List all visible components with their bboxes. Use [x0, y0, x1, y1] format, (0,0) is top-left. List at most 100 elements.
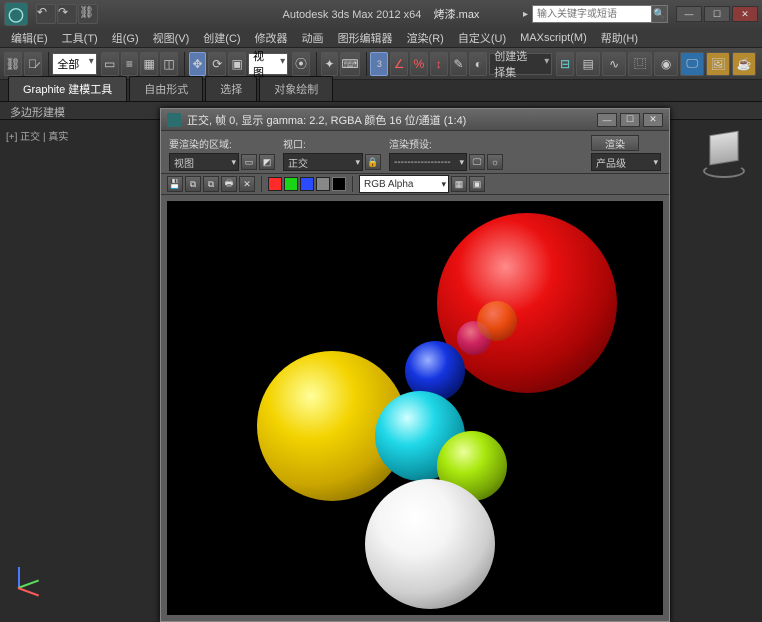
select-by-name-icon[interactable]: ≡ — [121, 52, 139, 76]
snap-percent-icon[interactable]: % — [410, 52, 428, 76]
menu-animation[interactable]: 动画 — [295, 28, 331, 48]
select-object-icon[interactable]: ▭ — [101, 52, 119, 76]
toggle-ui-icon[interactable]: ▣ — [469, 176, 485, 192]
area-to-render-combo[interactable]: 视图 — [169, 153, 239, 171]
help-search-input[interactable] — [532, 5, 652, 23]
area-to-render-label: 要渲染的区域: — [169, 136, 275, 151]
edit-region-icon[interactable]: ▭ — [241, 154, 257, 170]
render-output-canvas[interactable] — [167, 201, 663, 615]
qat-undo-icon[interactable]: ↶ — [36, 4, 56, 24]
window-crossing-icon[interactable]: ◫ — [160, 52, 178, 76]
viewport-label[interactable]: [+] 正交 | 真实 — [6, 128, 68, 143]
manipulate-icon[interactable]: ✦ — [321, 52, 339, 76]
align-icon[interactable]: ⊟ — [556, 52, 574, 76]
search-icon[interactable]: 🔍 — [652, 5, 668, 23]
viewport-select-label: 视口: — [283, 136, 381, 151]
channel-mono-swatch[interactable] — [332, 177, 346, 191]
ribbon-tab-graphite[interactable]: Graphite 建模工具 — [8, 76, 127, 101]
sphere-white — [365, 479, 495, 609]
channel-combo[interactable]: RGB Alpha — [359, 175, 449, 193]
scale-gizmo-icon[interactable]: ▣ — [228, 52, 246, 76]
curve-editor-icon[interactable]: ∿ — [602, 52, 626, 76]
render-window-icon — [167, 113, 181, 127]
move-gizmo-icon[interactable]: ✥ — [189, 52, 207, 76]
render-win-maximize[interactable]: ☐ — [620, 113, 640, 127]
rotate-gizmo-icon[interactable]: ⟳ — [208, 52, 226, 76]
schematic-view-icon[interactable]: ⿶ — [628, 52, 652, 76]
menu-maxscript[interactable]: MAXscript(M) — [513, 30, 594, 46]
channel-alpha-swatch[interactable] — [316, 177, 330, 191]
environment-icon[interactable]: ☼ — [487, 154, 503, 170]
render-window-toolbar: 💾 ⧉ ⧉ 🖶 ✕ RGB Alpha ▦ ▣ — [161, 173, 669, 195]
title-file: 烤漆.max — [434, 9, 480, 21]
render-setup-icon[interactable]: 🖵 — [680, 52, 704, 76]
viewcube[interactable] — [700, 132, 748, 180]
clear-icon[interactable]: ✕ — [239, 176, 255, 192]
clone-frame-icon[interactable]: ⧉ — [203, 176, 219, 192]
select-link-icon[interactable]: ⛓ — [4, 52, 22, 76]
lock-viewport-icon[interactable]: 🔒 — [365, 154, 381, 170]
menu-create[interactable]: 创建(C) — [196, 28, 247, 48]
maximize-button[interactable]: ☐ — [704, 6, 730, 22]
render-win-close[interactable]: ✕ — [643, 113, 663, 127]
render-frame-window: 正交, 帧 0, 显示 gamma: 2.2, RGBA 颜色 16 位/通道 … — [160, 108, 670, 622]
menu-modifiers[interactable]: 修改器 — [248, 28, 295, 48]
qat-redo-icon[interactable]: ↷ — [57, 4, 77, 24]
auto-region-icon[interactable]: ◩ — [259, 154, 275, 170]
menu-bar: 编辑(E) 工具(T) 组(G) 视图(V) 创建(C) 修改器 动画 图形编辑… — [0, 28, 762, 48]
ribbon-tab-objectpaint[interactable]: 对象绘制 — [259, 76, 333, 101]
render-preset-combo[interactable]: ----------------- — [389, 153, 467, 171]
snap-3d-icon[interactable]: 3 — [370, 52, 388, 76]
menu-grapheditor[interactable]: 图形编辑器 — [331, 28, 400, 48]
use-pivot-icon[interactable]: ⦿ — [292, 52, 310, 76]
minimize-button[interactable]: — — [676, 6, 702, 22]
rendered-frame-window-icon[interactable]: 🖼 — [706, 52, 730, 76]
ref-coord-combo[interactable]: 视图 — [248, 53, 288, 75]
keyboard-shortcut-icon[interactable]: ⌨ — [340, 52, 359, 76]
ribbon-tabs: Graphite 建模工具 自由形式 选择 对象绘制 — [0, 80, 762, 102]
render-window-top-panel: 要渲染的区域: 视图 ▭ ◩ 视口: 正交 🔒 渲染预设: ----------… — [161, 131, 669, 173]
save-image-icon[interactable]: 💾 — [167, 176, 183, 192]
layer-manager-icon[interactable]: ▤ — [576, 52, 600, 76]
render-preset-label: 渲染预设: — [389, 136, 503, 151]
toggle-overlay-icon[interactable]: ▦ — [451, 176, 467, 192]
print-icon[interactable]: 🖶 — [221, 176, 237, 192]
menu-tools[interactable]: 工具(T) — [55, 28, 105, 48]
channel-blue-swatch[interactable] — [300, 177, 314, 191]
menu-customize[interactable]: 自定义(U) — [451, 28, 513, 48]
edit-named-sel-icon[interactable]: ✎ — [450, 52, 468, 76]
close-button[interactable]: ✕ — [732, 6, 758, 22]
menu-edit[interactable]: 编辑(E) — [4, 28, 55, 48]
render-production-icon[interactable]: ☕ — [732, 52, 756, 76]
render-window-titlebar[interactable]: 正交, 帧 0, 显示 gamma: 2.2, RGBA 颜色 16 位/通道 … — [161, 109, 669, 131]
axis-gizmo — [10, 563, 42, 595]
channel-green-swatch[interactable] — [284, 177, 298, 191]
unlink-icon[interactable]: ⛓̷ — [24, 52, 42, 76]
render-output-combo[interactable]: 产品级 — [591, 153, 661, 171]
rect-select-icon[interactable]: ▦ — [140, 52, 158, 76]
viewport-combo[interactable]: 正交 — [283, 153, 363, 171]
menu-view[interactable]: 视图(V) — [146, 28, 197, 48]
title-bar: ◯ ↶ ↷ ⛓ Autodesk 3ds Max 2012 x64 烤漆.max… — [0, 0, 762, 28]
qat: ↶ ↷ ⛓ — [36, 4, 99, 24]
render-win-minimize[interactable]: — — [597, 113, 617, 127]
app-logo[interactable]: ◯ — [4, 2, 28, 26]
render-button[interactable]: 渲染 — [591, 135, 639, 151]
render-setup-small-icon[interactable]: 🖵 — [469, 154, 485, 170]
channel-red-swatch[interactable] — [268, 177, 282, 191]
help-search: ▸ 🔍 — [523, 5, 668, 23]
copy-image-icon[interactable]: ⧉ — [185, 176, 201, 192]
ribbon-tab-freeform[interactable]: 自由形式 — [129, 76, 203, 101]
window-controls: — ☐ ✕ — [674, 6, 758, 22]
qat-link-icon[interactable]: ⛓ — [78, 4, 98, 24]
mirror-icon[interactable]: ◐ — [469, 52, 487, 76]
named-selection-combo[interactable]: 创建选择集 — [489, 53, 552, 75]
snap-spinner-icon[interactable]: ↕ — [430, 52, 448, 76]
menu-group[interactable]: 组(G) — [105, 28, 146, 48]
menu-render[interactable]: 渲染(R) — [400, 28, 451, 48]
menu-help[interactable]: 帮助(H) — [594, 28, 645, 48]
selection-filter-combo[interactable]: 全部 — [52, 53, 96, 75]
material-editor-icon[interactable]: ◉ — [654, 52, 678, 76]
ribbon-tab-selection[interactable]: 选择 — [205, 76, 257, 101]
snap-angle-icon[interactable]: ∠ — [390, 52, 408, 76]
